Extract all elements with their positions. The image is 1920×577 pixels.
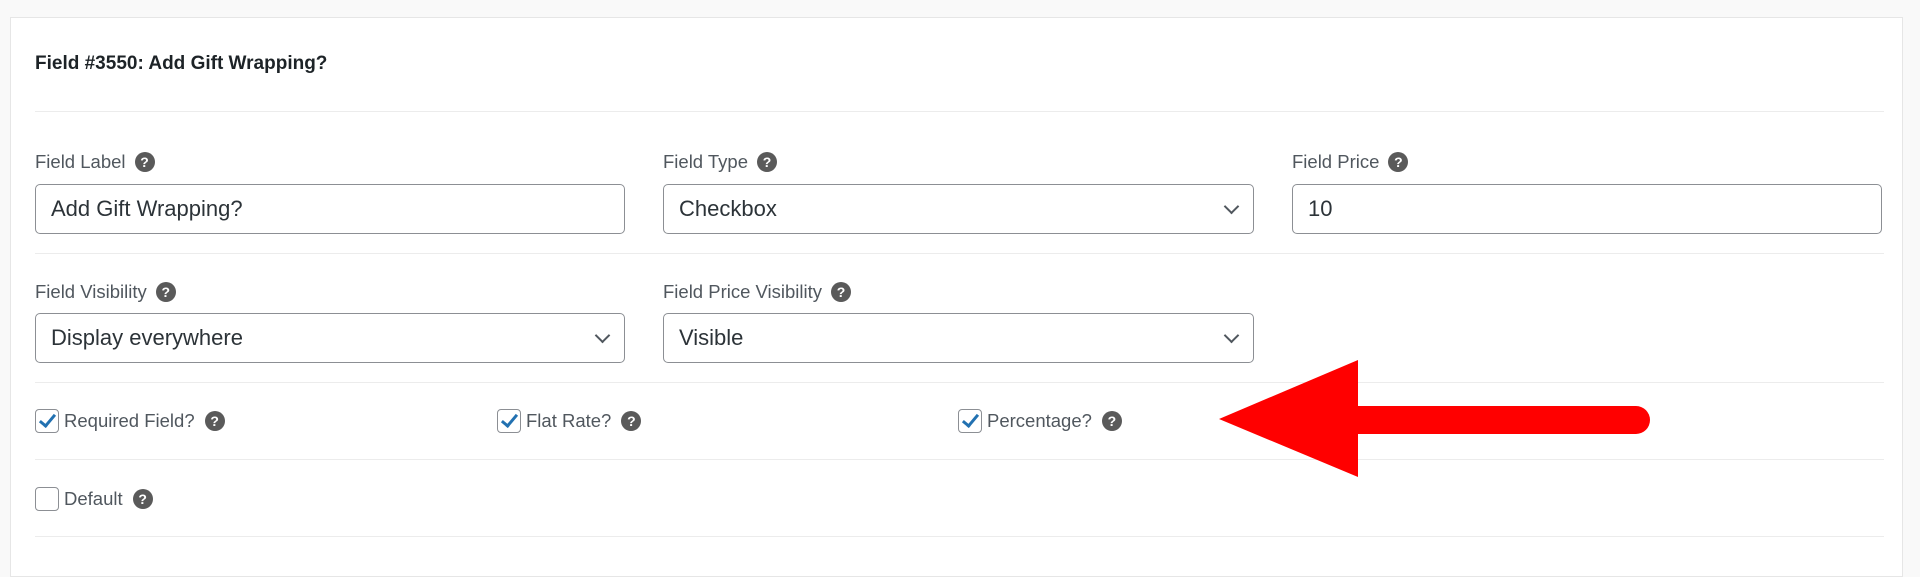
red-arrow-annotation [1219, 360, 1650, 477]
arrow-head [1219, 360, 1358, 477]
